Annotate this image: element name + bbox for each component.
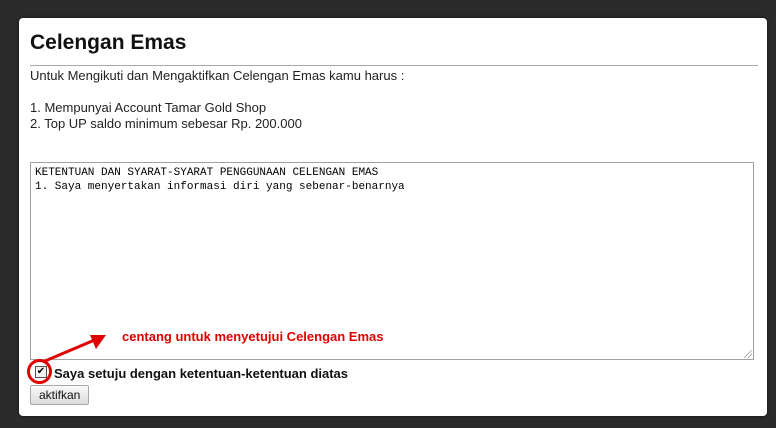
annotation-hint: centang untuk menyetujui Celengan Emas — [122, 329, 384, 344]
intro-text: Untuk Mengikuti dan Mengaktifkan Celenga… — [30, 68, 405, 83]
page-title: Celengan Emas — [30, 31, 187, 54]
resize-grip-icon[interactable] — [744, 350, 752, 358]
requirement-item: 1. Mempunyai Account Tamar Gold Shop — [30, 100, 267, 115]
annotation-circle — [27, 359, 52, 384]
celengan-emas-panel: Celengan Emas Untuk Mengikuti dan Mengak… — [19, 18, 767, 416]
requirement-item: 2. Top UP saldo minimum sebesar Rp. 200.… — [30, 116, 302, 131]
terms-line: KETENTUAN DAN SYARAT-SYARAT PENGGUNAAN C… — [35, 167, 379, 179]
terms-line: 1. Saya menyertakan informasi diri yang … — [35, 181, 405, 193]
agree-label: Saya setuju dengan ketentuan-ketentuan d… — [54, 366, 349, 381]
activate-button[interactable]: aktifkan — [30, 385, 90, 405]
title-divider — [30, 65, 758, 66]
